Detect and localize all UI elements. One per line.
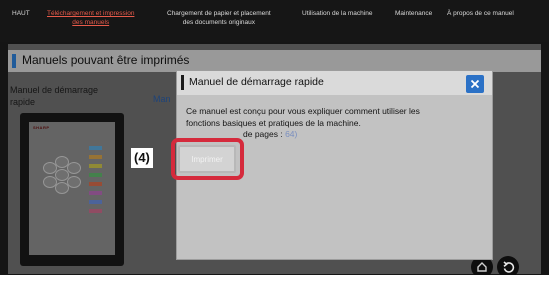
nav-loading-label-1: Chargement de papier et placement: [167, 10, 271, 17]
undo-arrow-icon: [502, 260, 514, 273]
nav-download-label-2: des manuels: [72, 19, 110, 26]
home-icon: [477, 262, 487, 272]
nav-home[interactable]: HAUT: [12, 9, 30, 18]
nav-loading-paper[interactable]: Chargement de papier et placement des do…: [167, 9, 271, 27]
description-line-1: Ce manuel est conçu pour vous expliquer …: [186, 106, 420, 116]
nav-maintenance[interactable]: Maintenance: [395, 9, 432, 18]
nav-about-manual[interactable]: À propos de ce manuel: [447, 9, 514, 18]
close-icon: [470, 79, 480, 89]
nav-using-machine[interactable]: Utilisation de la machine: [302, 9, 372, 18]
print-button[interactable]: Imprimer: [178, 145, 236, 173]
device-screen: HAUT Téléchargement et impression des ma…: [0, 0, 549, 295]
page-count-value: 64): [285, 129, 298, 139]
bottom-margin: [0, 275, 549, 295]
nav-loading-label-2: des documents originaux: [182, 19, 255, 26]
description-line-2: fonctions basiques et pratiques de la ma…: [186, 117, 361, 128]
top-navigation: HAUT Téléchargement et impression des ma…: [0, 0, 549, 42]
dialog-header: Manuel de démarrage rapide: [177, 71, 492, 95]
page-count-label: de pages :: [243, 129, 286, 139]
dialog-description: Ce manuel est conçu pour vous expliquer …: [186, 106, 486, 141]
nav-download-print-manuals[interactable]: Téléchargement et impression des manuels: [47, 9, 134, 27]
step-number-label: (4): [131, 148, 153, 168]
close-button[interactable]: [466, 75, 484, 93]
dialog-accent-bar: [181, 75, 184, 90]
dialog-title: Manuel de démarrage rapide: [189, 76, 324, 88]
nav-download-label-1: Téléchargement et impression: [47, 10, 135, 17]
